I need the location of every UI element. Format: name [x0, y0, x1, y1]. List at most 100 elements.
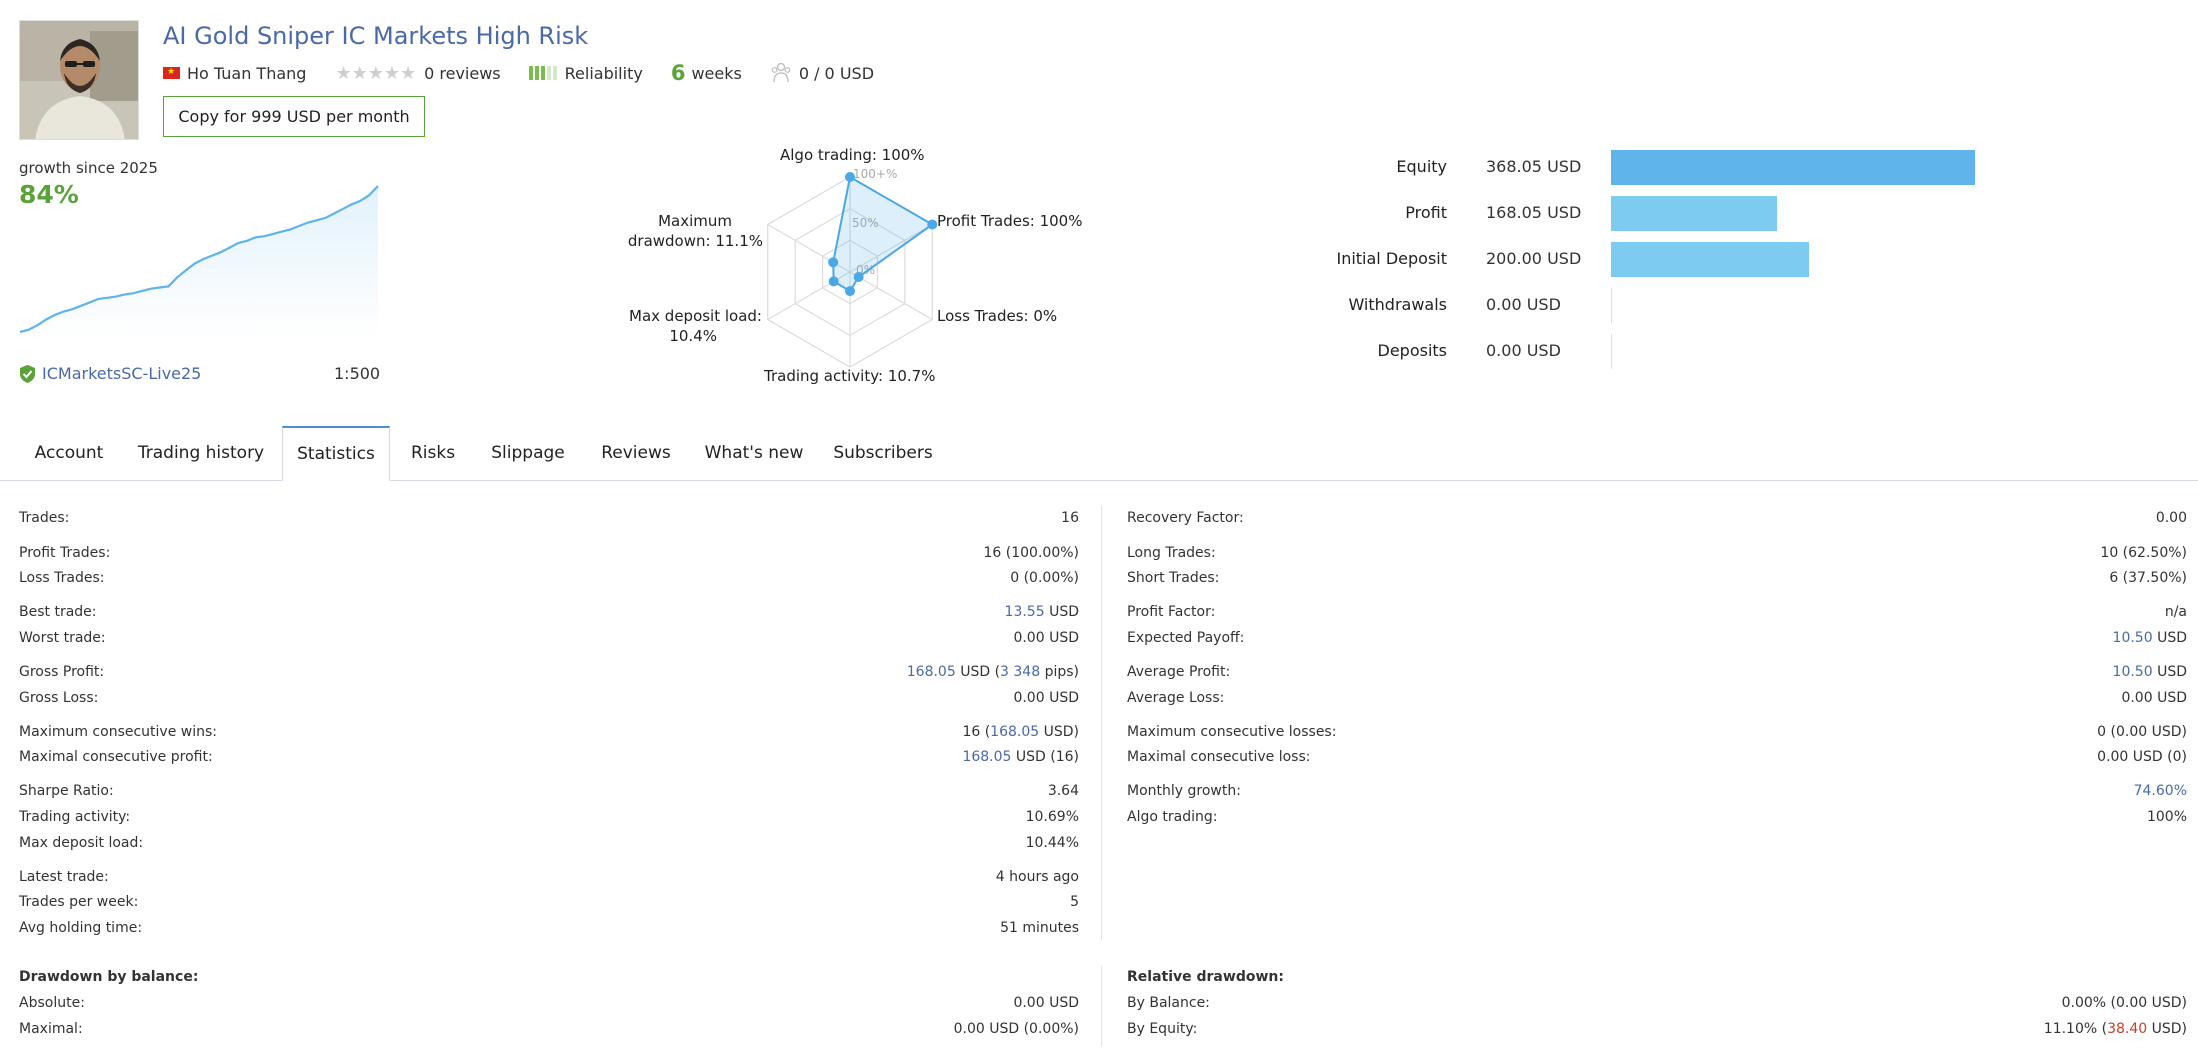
signal-title[interactable]: AI Gold Sniper IC Markets High Risk — [163, 22, 588, 50]
stat-row-trades-week: Trades per week: 5 — [19, 891, 1079, 913]
signal-meta: Ho Tuan Thang ★★★★★ 0 reviews Reliabilit… — [163, 61, 874, 85]
reliability-bar — [546, 66, 551, 80]
stat-value-part: 168.05 — [962, 749, 1012, 765]
radar-label-drawdown-2: drawdown: 11.1% — [628, 232, 763, 250]
stat-label: By Equity: — [1127, 1021, 1198, 1037]
stat-label: Monthly growth: — [1127, 783, 1241, 799]
tab-subscribers[interactable]: Subscribers — [822, 426, 944, 480]
tab-slippage[interactable]: Slippage — [478, 426, 578, 480]
reliability-bar — [534, 66, 539, 80]
radar-label-algo: Algo trading: 100% — [780, 146, 925, 164]
author-avatar[interactable] — [19, 20, 139, 140]
column-divider-lower — [1101, 966, 1102, 1046]
author-name[interactable]: Ho Tuan Thang — [187, 64, 306, 83]
stat-label: Gross Profit: — [19, 664, 105, 680]
stat-label: Absolute: — [19, 995, 85, 1011]
stat-value-part: USD) — [2147, 1021, 2187, 1037]
growth-area — [20, 186, 378, 340]
stat-row-profit-factor: Profit Factor: n/a — [1127, 601, 2187, 623]
stat-value: 168.05 USD (3 348 pips) — [907, 664, 1079, 680]
stat-row-max-load: Max deposit load: 10.44% — [19, 832, 1079, 854]
stat-value-part: 168.05 — [906, 664, 956, 680]
stat-label: Expected Payoff: — [1127, 630, 1245, 646]
tab-risks[interactable]: Risks — [391, 426, 475, 480]
stat-label: Average Profit: — [1127, 664, 1231, 680]
stat-row-gross-loss: Gross Loss: 0.00 USD — [19, 687, 1079, 709]
stat-value: 100% — [2146, 809, 2187, 825]
radar-label-loss: Loss Trades: 0% — [937, 307, 1057, 325]
weeks-unit: weeks — [691, 63, 742, 83]
stat-row-gross-profit: Gross Profit: 168.05 USD (3 348 pips) — [19, 661, 1079, 683]
balance-bar[interactable] — [1611, 288, 1612, 323]
balance-bar[interactable] — [1611, 150, 1975, 185]
tab-statistics[interactable]: Statistics — [282, 426, 390, 481]
broker-name[interactable]: ICMarketsSC-Live25 — [42, 364, 201, 383]
weeks-count: 6 — [670, 61, 686, 85]
stat-label: Maximum consecutive wins: — [19, 724, 217, 740]
growth-label: growth since 2025 — [19, 159, 158, 177]
stat-value: 6 (37.50%) — [2109, 570, 2187, 586]
reliability-label[interactable]: Reliability — [565, 64, 643, 83]
stat-row-short-trades: Short Trades: 6 (37.50%) — [1127, 567, 2187, 589]
stat-value-part: 11.10% ( — [2043, 1021, 2108, 1037]
stat-value: 51 minutes — [1000, 920, 1079, 936]
stat-row-avg-holding: Avg holding time: 51 minutes — [19, 917, 1079, 939]
reliability-bars-icon — [528, 66, 557, 80]
stat-row-absolute: Absolute: 0.00 USD — [19, 992, 1079, 1014]
stat-label: Best trade: — [19, 604, 97, 620]
stat-row-max-consec-loss: Maximal consecutive loss: 0.00 USD (0) — [1127, 746, 2187, 768]
stat-value: 10.50 USD — [2113, 630, 2187, 646]
stat-value: 11.10% (38.40 USD) — [2044, 1021, 2187, 1037]
balance-bar[interactable] — [1611, 242, 1809, 277]
radar-value-polygon — [832, 175, 935, 293]
broker-link[interactable]: ICMarketsSC-Live25 — [19, 364, 201, 383]
rating-stars-icon[interactable]: ★★★★★ — [335, 63, 416, 84]
stat-row-profit-trades: Profit Trades: 16 (100.00%) — [19, 542, 1079, 564]
stat-value-part: USD ( — [955, 664, 1001, 680]
stat-value: n/a — [2164, 604, 2187, 620]
stat-value-part: USD — [1044, 604, 1079, 620]
tab-reviews[interactable]: Reviews — [586, 426, 686, 480]
radar-scale-100: 100+% — [853, 167, 897, 181]
radar-label-profit: Profit Trades: 100% — [937, 212, 1082, 230]
radar-label-drawdown-1: Maximum — [658, 212, 732, 230]
stat-value: 16 — [1061, 510, 1079, 526]
balance-bar-value: 168.05 USD — [1486, 203, 1582, 222]
stat-value-part: USD (16) — [1011, 749, 1079, 765]
stat-value: 16 (100.00%) — [983, 545, 1079, 561]
reliability-bar — [552, 66, 557, 80]
stat-value: 10.50 USD — [2113, 664, 2187, 680]
stat-value: 5 — [1070, 894, 1079, 910]
balance-bar[interactable] — [1611, 196, 1778, 231]
radar-point — [828, 276, 839, 287]
stat-value-part: 10.50 — [2112, 664, 2153, 680]
stat-row-max-consec-wins: Maximum consecutive wins: 16 (168.05 USD) — [19, 721, 1079, 743]
copy-subscribe-button[interactable]: Copy for 999 USD per month — [163, 96, 425, 137]
stat-row-activity: Trading activity: 10.69% — [19, 806, 1079, 828]
reviews-count[interactable]: 0 reviews — [424, 64, 501, 83]
radar-point — [927, 219, 938, 230]
stat-value-part: 10.50 — [2112, 630, 2153, 646]
stat-label: Algo trading: — [1127, 809, 1218, 825]
stat-row-worst-trade: Worst trade: 0.00 USD — [19, 627, 1079, 649]
stat-label: Trading activity: — [19, 809, 131, 825]
stat-label: Sharpe Ratio: — [19, 783, 114, 799]
tab-what-s-new[interactable]: What's new — [693, 426, 815, 480]
growth-chart[interactable] — [19, 180, 379, 340]
tab-account[interactable]: Account — [19, 426, 119, 480]
tab-trading-history[interactable]: Trading history — [127, 426, 275, 480]
stat-value-part: 13.55 — [1004, 604, 1045, 620]
radar-point — [845, 172, 855, 182]
stat-value: 0.00 USD — [1013, 690, 1079, 706]
stat-value: 168.05 USD (16) — [962, 749, 1079, 765]
balance-bar[interactable] — [1611, 334, 1612, 369]
stat-row-loss-trades: Loss Trades: 0 (0.00%) — [19, 567, 1079, 589]
stat-label: Long Trades: — [1127, 545, 1216, 561]
stat-label: Maximal: — [19, 1021, 83, 1037]
stat-row-maximal: Maximal: 0.00 USD (0.00%) — [19, 1018, 1079, 1040]
stat-value-part: USD — [2152, 630, 2187, 646]
risk-radar-chart: 100+% 50% 0% Algo trading: 100% Profit T… — [628, 146, 1083, 385]
stat-row-by-balance: By Balance: 0.00% (0.00 USD) — [1127, 992, 2187, 1014]
stat-label: Profit Trades: — [19, 545, 111, 561]
stat-value-part: pips) — [1040, 664, 1079, 680]
